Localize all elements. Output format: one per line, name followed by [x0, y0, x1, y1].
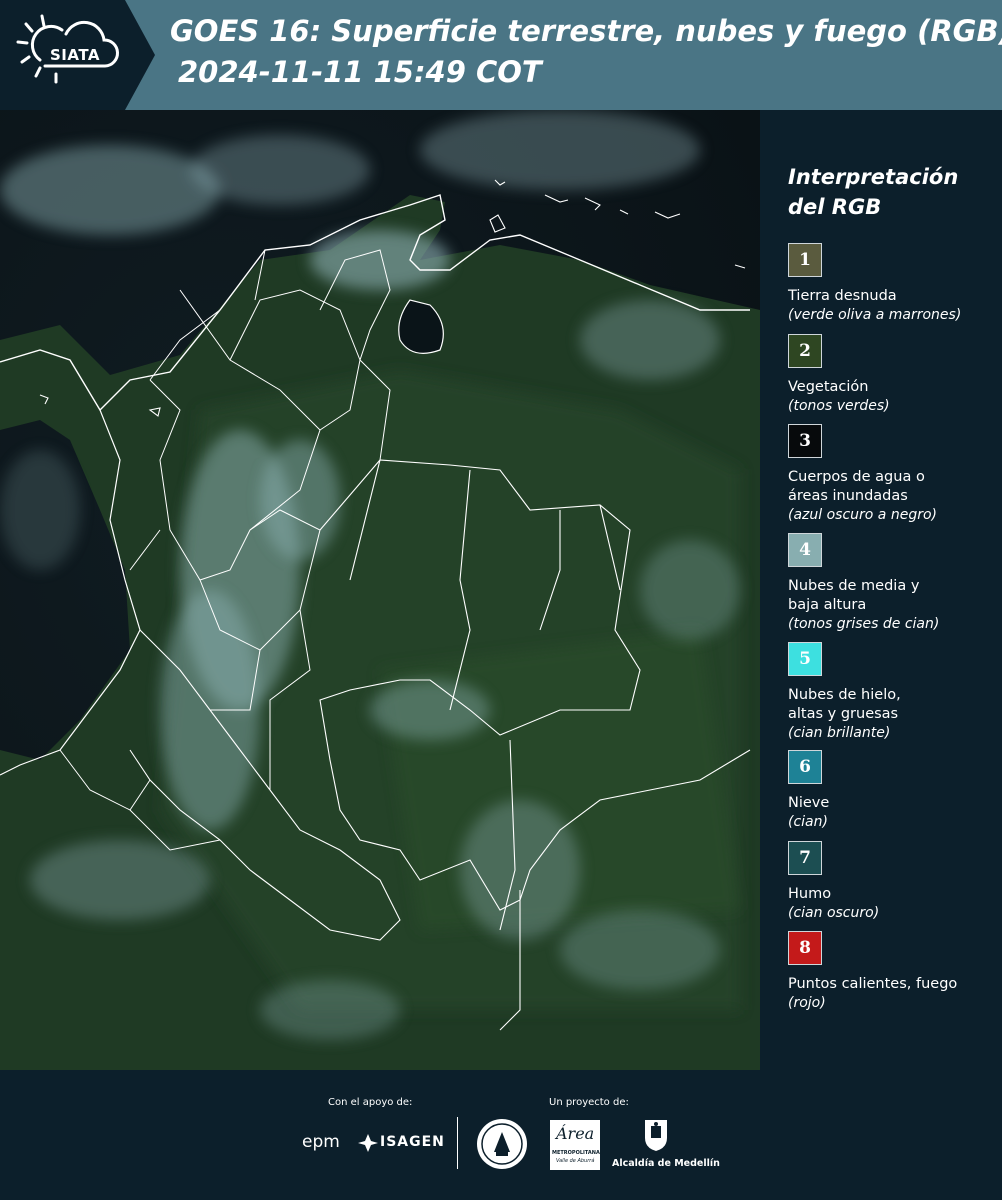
- legend-label-1: Tierra desnuda: [788, 288, 897, 304]
- legend-sub-7: (cian oscuro): [788, 905, 880, 921]
- legend-sub-6: (cian): [788, 814, 828, 830]
- legend-label-5: Nubes de hielo, altas y gruesas: [788, 687, 901, 722]
- legend-item-7: 7 Humo (cian oscuro): [788, 841, 998, 923]
- seal-icon: [476, 1118, 528, 1174]
- legend-item-5: 5 Nubes de hielo, altas y gruesas (cian …: [788, 642, 998, 743]
- legend-swatch-5: 5: [788, 642, 822, 676]
- legend-swatch-4: 4: [788, 533, 822, 567]
- isagen-logo: ISAGEN: [380, 1134, 445, 1150]
- legend-label-2: Vegetación: [788, 379, 869, 395]
- legend-item-4: 4 Nubes de media y baja altura (tonos gr…: [788, 533, 998, 634]
- legend-sub-1: (verde oliva a marrones): [788, 307, 962, 323]
- legend-label-6: Nieve: [788, 795, 830, 811]
- legend-sub-4: (tonos grises de cian): [788, 616, 940, 632]
- legend-title: Interpretación del RGB: [788, 162, 988, 222]
- footer-bar: Con el apoyo de: Un proyecto de: epm ISA…: [0, 1070, 1002, 1200]
- area-logo-line3: Valle de Aburrá: [556, 1158, 595, 1164]
- legend-swatch-8: 8: [788, 931, 822, 965]
- legend-swatch-2: 2: [788, 334, 822, 368]
- legend-item-3: 3 Cuerpos de agua o áreas inundadas (azu…: [788, 424, 998, 525]
- legend-label-3: Cuerpos de agua o áreas inundadas: [788, 469, 925, 504]
- divider-line: [457, 1117, 458, 1169]
- area-logo-line1: Área: [556, 1124, 595, 1143]
- page-title: GOES 16: Superficie terrestre, nubes y f…: [170, 14, 1002, 48]
- area-logo-line2: METROPOLITANA: [552, 1150, 600, 1156]
- legend-sub-8: (rojo): [788, 995, 826, 1011]
- support-label: Con el apoyo de:: [328, 1097, 413, 1108]
- legend-item-2: 2 Vegetación (tonos verdes): [788, 334, 998, 416]
- legend-panel: Interpretación del RGB 1 Tierra desnuda …: [760, 110, 1002, 1070]
- epm-logo: epm: [302, 1132, 340, 1152]
- siata-logo-text: SIATA: [50, 46, 101, 64]
- legend-item-1: 1 Tierra desnuda (verde oliva a marrones…: [788, 243, 998, 325]
- project-label: Un proyecto de:: [549, 1097, 629, 1108]
- legend-swatch-1: 1: [788, 243, 822, 277]
- legend-sub-3: (azul oscuro a negro): [788, 507, 937, 523]
- legend-swatch-7: 7: [788, 841, 822, 875]
- image-datetime: 2024-11-11 15:49 COT: [178, 55, 542, 89]
- legend-title-line2: del RGB: [788, 195, 882, 219]
- legend-sub-2: (tonos verdes): [788, 398, 890, 414]
- legend-item-8: 8 Puntos calientes, fuego (rojo): [788, 931, 998, 1013]
- area-metropolitana-logo: Área METROPOLITANA Valle de Aburrá: [550, 1120, 600, 1170]
- legend-item-6: 6 Nieve (cian): [788, 750, 998, 832]
- satellite-map[interactable]: [0, 110, 760, 1070]
- legend-sub-5: (cian brillante): [788, 725, 891, 741]
- legend-label-7: Humo: [788, 886, 832, 902]
- legend-swatch-6: 6: [788, 750, 822, 784]
- isagen-icon: [358, 1134, 378, 1156]
- medellin-shield-icon: [643, 1118, 669, 1156]
- legend-title-line1: Interpretación: [788, 165, 959, 189]
- legend-swatch-3: 3: [788, 424, 822, 458]
- siata-logo: SIATA: [0, 0, 155, 110]
- legend-label-8: Puntos calientes, fuego: [788, 976, 958, 992]
- medellin-label: Alcaldía de Medellín: [612, 1158, 720, 1169]
- header-bar: SIATA GOES 16: Superficie terrestre, nub…: [0, 0, 1002, 110]
- legend-label-4: Nubes de media y baja altura: [788, 578, 920, 613]
